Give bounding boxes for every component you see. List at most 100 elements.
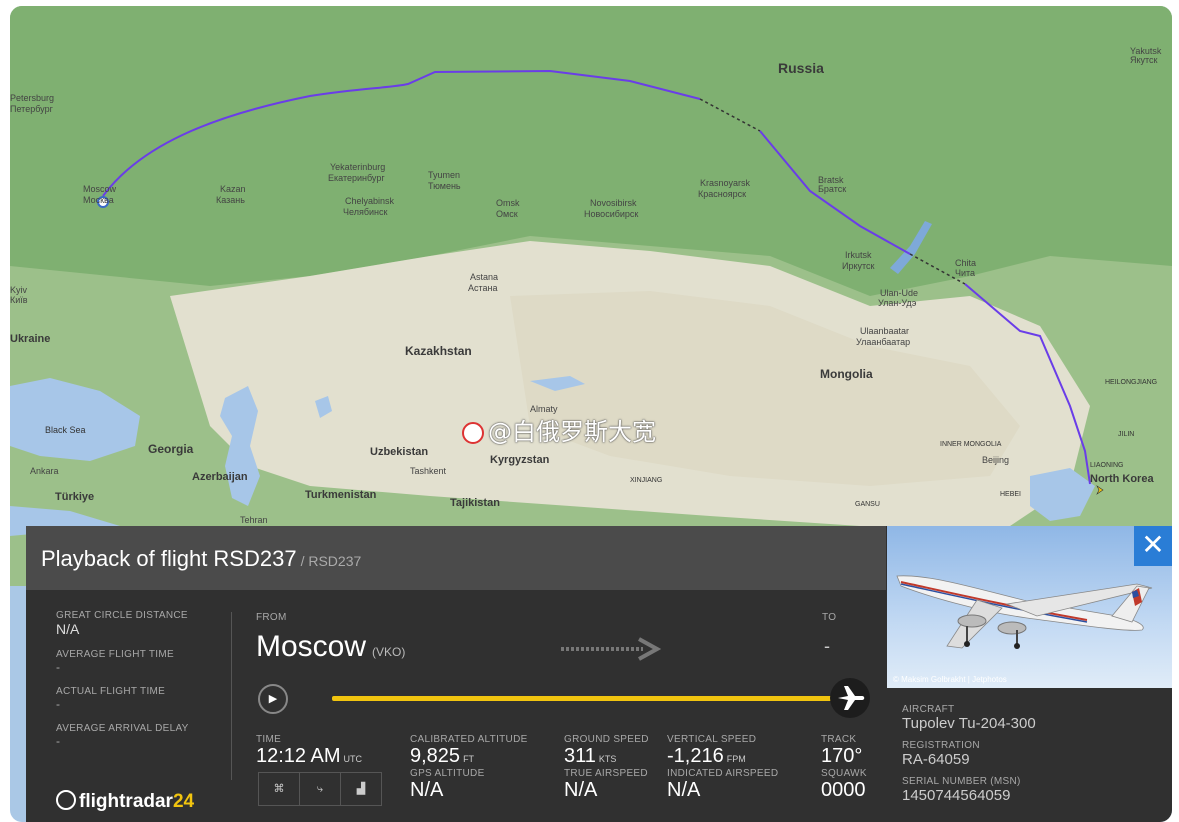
squawk-label: SQUAWK <box>821 768 867 779</box>
label-tyumen: Tyumen <box>428 170 460 180</box>
label-krasnoyarsk: Krasnoyarsk <box>700 178 751 188</box>
flight-time-stats: GREAT CIRCLE DISTANCE N/A AVERAGE FLIGHT… <box>56 610 226 760</box>
label-hebei: HEBEI <box>1000 491 1021 498</box>
panel-callsign: / RSD237 <box>300 553 362 569</box>
label-uzbekistan: Uzbekistan <box>370 446 428 458</box>
destination-value[interactable]: - <box>824 636 830 657</box>
label-mongolia: Mongolia <box>820 367 873 381</box>
avg-arrival-delay-label: AVERAGE ARRIVAL DELAY <box>56 723 189 734</box>
weibo-icon <box>462 422 484 444</box>
ground-speed-stat: GROUND SPEED 311 KTS TRUE AIRSPEED N/A <box>564 734 649 802</box>
label-ulaanbaatar-ru: Улаанбаатар <box>856 337 910 347</box>
play-button[interactable]: ▶ <box>258 684 288 714</box>
actual-flight-time-value: - <box>56 697 60 711</box>
flight-playback-panel: Playback of flight RSD237/ RSD237 © Maks… <box>26 526 1172 822</box>
weibo-watermark: @白俄罗斯大宽 <box>462 412 656 447</box>
aircraft-label: AIRCRAFT <box>902 704 955 715</box>
origin-airport[interactable]: Moscow (VKO) <box>256 630 405 664</box>
track-label: TRACK <box>821 734 857 745</box>
time-stat: TIME 12:12 AM UTC <box>256 734 362 768</box>
label-tashkent: Tashkent <box>410 466 447 476</box>
serial-value: 1450744564059 <box>902 787 1011 804</box>
watermark-text: @白俄罗斯大宽 <box>488 418 656 446</box>
view-toggle-group: ⌘ ⤷ ▟ <box>258 772 382 806</box>
view-graph-button[interactable]: ▟ <box>341 773 381 805</box>
ground-speed-value: 311 <box>564 745 596 767</box>
aircraft-photo[interactable]: © Maksim Golbrakht | Jetphotos ✕ <box>887 526 1172 688</box>
gps-alt-value: N/A <box>410 779 444 801</box>
true-airspeed-value: N/A <box>564 779 598 801</box>
label-astana-ru: Астана <box>468 283 498 293</box>
avg-flight-time-label: AVERAGE FLIGHT TIME <box>56 649 174 660</box>
label-novosibirsk: Novosibirsk <box>590 198 637 208</box>
label-chelyabinsk: Chelyabinsk <box>345 196 395 206</box>
label-georgia: Georgia <box>148 442 194 456</box>
label-moscow: Moscow <box>83 184 117 194</box>
label-heilongjiang: HEILONGJIANG <box>1105 379 1157 386</box>
label-chelyabinsk-ru: Челябинск <box>343 207 387 217</box>
label-st-petersburg: Petersburg <box>10 93 54 103</box>
playback-progress-bar[interactable] <box>332 696 834 701</box>
squawk-value: 0000 <box>821 779 866 801</box>
column-divider <box>231 612 232 780</box>
indicated-airspeed-label: INDICATED AIRSPEED <box>667 768 779 779</box>
label-yekaterinburg-ru: Екатеринбург <box>328 173 385 183</box>
label-azerbaijan: Azerbaijan <box>192 471 248 483</box>
radar-icon <box>56 790 76 810</box>
label-ulaanbaatar: Ulaanbaatar <box>860 326 909 336</box>
label-jilin: JILIN <box>1118 431 1134 438</box>
cal-alt-label: CALIBRATED ALTITUDE <box>410 734 528 745</box>
view-route-button[interactable]: ⤷ <box>300 773 341 805</box>
label-kyiv: Kyiv <box>10 285 28 295</box>
vertical-speed-stat: VERTICAL SPEED -1,216 FPM INDICATED AIRSP… <box>667 734 778 802</box>
label-gansu: GANSU <box>855 501 880 508</box>
label-beijing: Beijing <box>982 455 1009 465</box>
serial-label: SERIAL NUMBER (MSN) <box>902 776 1021 787</box>
vertical-speed-value: -1,216 <box>667 745 724 767</box>
actual-flight-time-label: ACTUAL FLIGHT TIME <box>56 686 166 697</box>
registration-label: REGISTRATION <box>902 740 980 751</box>
label-kazan: Kazan <box>220 184 246 194</box>
label-chita-ru: Чита <box>955 268 975 278</box>
label-xinjiang: XINJIANG <box>630 477 662 484</box>
label-astana: Astana <box>470 272 498 282</box>
avg-flight-time-value: - <box>56 660 60 674</box>
great-circle-label: GREAT CIRCLE DISTANCE <box>56 610 188 621</box>
flight-map[interactable]: Russia Kazakhstan Mongolia Ukraine Georg… <box>10 6 1172 586</box>
vertical-speed-unit: FPM <box>726 754 746 764</box>
to-label: TO <box>822 612 837 623</box>
time-unit: UTC <box>343 754 363 764</box>
vertical-speed-label: VERTICAL SPEED <box>667 734 757 745</box>
label-tajikistan: Tajikistan <box>450 497 500 509</box>
indicated-airspeed-value: N/A <box>667 779 701 801</box>
ground-speed-label: GROUND SPEED <box>564 734 649 745</box>
ground-speed-unit: KTS <box>598 754 617 764</box>
label-kazan-ru: Казань <box>216 195 245 205</box>
label-irkutsk-ru: Иркутск <box>842 261 875 271</box>
aircraft-value: Tupolev Tu-204-300 <box>902 715 1036 732</box>
label-krasnoyarsk-ru: Красноярск <box>698 189 746 199</box>
label-chita: Chita <box>955 258 976 268</box>
calibrated-altitude-stat: CALIBRATED ALTITUDE 9,825 FT GPS ALTITUDE… <box>410 734 528 802</box>
brand-number: 24 <box>172 791 195 812</box>
label-kyiv-ru: Київ <box>10 295 28 305</box>
label-turkiye: Türkiye <box>55 491 94 503</box>
label-yekaterinburg: Yekaterinburg <box>330 162 385 172</box>
view-3d-button[interactable]: ⌘ <box>259 773 300 805</box>
close-button[interactable]: ✕ <box>1134 526 1172 566</box>
label-turkmenistan: Turkmenistan <box>305 489 377 501</box>
label-russia: Russia <box>778 60 824 76</box>
label-moscow-ru: Москва <box>83 195 114 205</box>
aircraft-image-icon <box>896 575 1153 649</box>
label-st-petersburg-ru: Петербург <box>10 104 54 114</box>
playback-scrubber[interactable] <box>830 678 870 718</box>
label-ulan-ude-ru: Улан-Удэ <box>878 298 917 308</box>
direction-arrow-icon <box>561 637 661 661</box>
avg-arrival-delay-value: - <box>56 734 60 748</box>
label-north-korea: North Korea <box>1090 473 1154 485</box>
label-kazakhstan: Kazakhstan <box>405 344 472 358</box>
label-ankara: Ankara <box>30 466 59 476</box>
label-bratsk-ru: Братск <box>818 184 846 194</box>
label-yakutsk-ru: Якутск <box>1130 55 1158 65</box>
from-label: FROM <box>256 612 287 623</box>
